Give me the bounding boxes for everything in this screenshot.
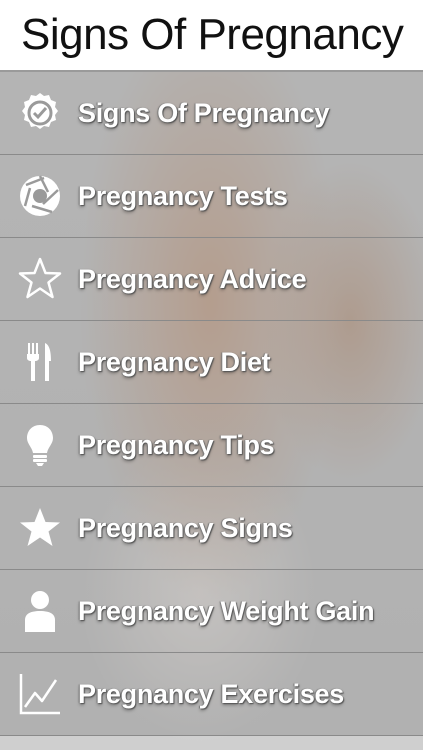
menu-list: Signs Of Pregnancy Pregnancy Tests Pregn…	[0, 72, 423, 750]
menu-item-pregnancy-diet[interactable]: Pregnancy Diet	[0, 321, 423, 404]
person-icon	[17, 588, 63, 634]
fork-knife-icon	[17, 339, 63, 385]
menu-item-pregnancy-tips[interactable]: Pregnancy Tips	[0, 404, 423, 487]
menu-item-pregnancy-advice[interactable]: Pregnancy Advice	[0, 238, 423, 321]
menu-item-pregnancy-tests[interactable]: Pregnancy Tests	[0, 155, 423, 238]
star-filled-icon	[17, 505, 63, 551]
menu-item-label: Pregnancy Exercises	[78, 678, 344, 709]
menu-item-pregnancy-weight-gain[interactable]: Pregnancy Weight Gain	[0, 570, 423, 653]
star-outline-icon	[17, 256, 63, 302]
menu-item-label: Pregnancy Weight Gain	[78, 595, 375, 626]
menu-item-label: Pregnancy Tips	[78, 429, 275, 460]
lightbulb-icon	[17, 422, 63, 468]
menu-item-label: Pregnancy Diet	[78, 346, 271, 377]
aperture-icon	[17, 173, 63, 219]
menu-item-label: Pregnancy Advice	[78, 263, 307, 294]
menu-item-signs-of-pregnancy[interactable]: Signs Of Pregnancy	[0, 72, 423, 155]
app-screen: Signs Of Pregnancy Signs Of Pregnancy Pr…	[0, 0, 423, 750]
app-header: Signs Of Pregnancy	[0, 0, 423, 72]
menu-item-pregnancy-exercises[interactable]: Pregnancy Exercises	[0, 653, 423, 736]
menu-item-label: Signs Of Pregnancy	[78, 97, 330, 128]
menu-item-pregnancy-signs[interactable]: Pregnancy Signs	[0, 487, 423, 570]
badge-check-icon	[17, 90, 63, 136]
page-title: Signs Of Pregnancy	[21, 10, 404, 59]
chart-line-icon	[17, 671, 63, 717]
menu-item-label: Pregnancy Tests	[78, 180, 288, 211]
menu-item-label: Pregnancy Signs	[78, 512, 293, 543]
